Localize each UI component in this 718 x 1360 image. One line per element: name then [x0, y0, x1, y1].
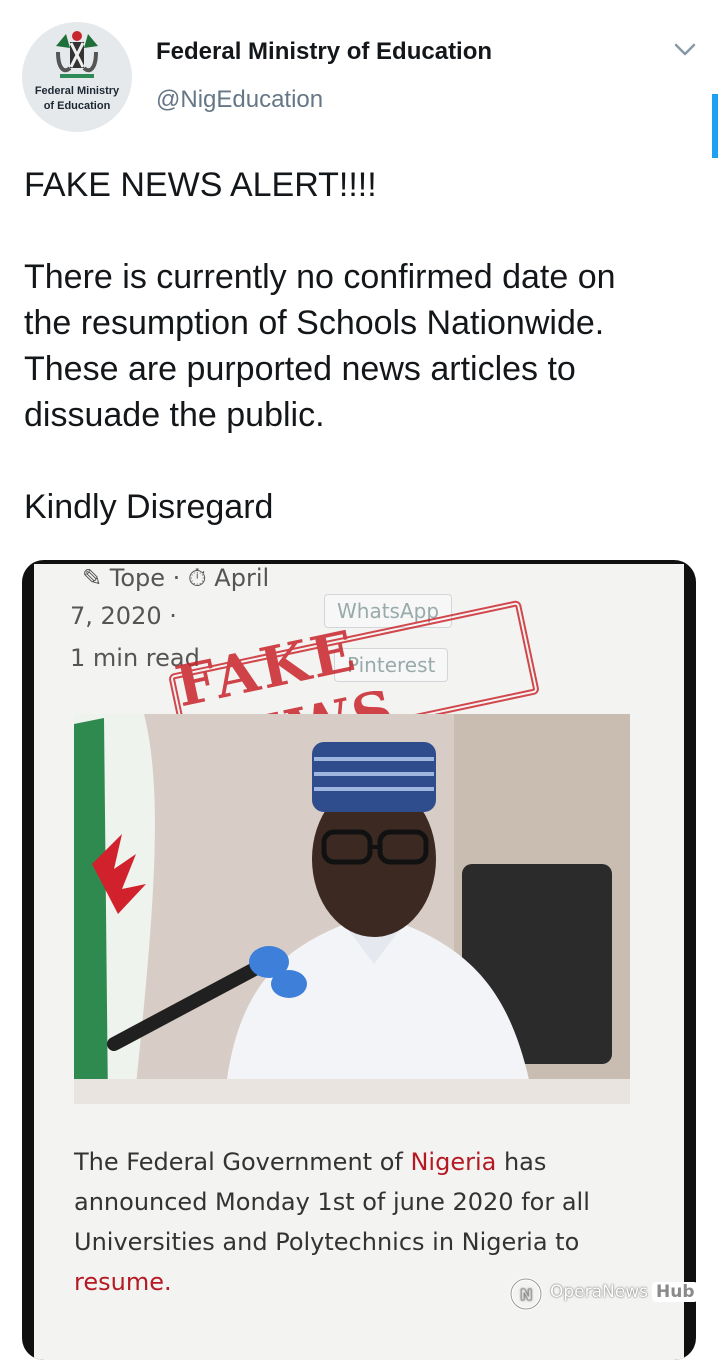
chevron-down-icon[interactable] — [672, 40, 698, 60]
avatar[interactable]: Federal Ministry of Education — [22, 22, 132, 132]
date-meta: 7, 2020 · — [70, 602, 177, 630]
author-meta: ✎ Tope · ⏱ April — [82, 564, 270, 592]
tweet-line: the resumption of Schools Nationwide. — [24, 304, 605, 342]
clock-icon: ⏱ — [187, 564, 207, 592]
tweet-line: Kindly Disregard — [24, 488, 274, 526]
article-photo — [74, 714, 630, 1104]
tweet-line: These are purported news articles to — [24, 350, 576, 388]
article-screenshot: ✎ Tope · ⏱ April 7, 2020 · 1 min read Wh… — [34, 564, 684, 1360]
edit-icon: ✎ — [82, 564, 103, 592]
photo-illustration — [74, 714, 630, 1104]
scroll-indicator — [712, 94, 718, 158]
coat-of-arms-icon — [56, 31, 98, 78]
opera-news-logo-icon: N — [509, 1277, 543, 1311]
display-name[interactable]: Federal Ministry of Education — [156, 38, 492, 66]
tweet-line: FAKE NEWS ALERT!!!! — [24, 166, 377, 204]
tweet-media[interactable]: ✎ Tope · ⏱ April 7, 2020 · 1 min read Wh… — [22, 560, 696, 1360]
tweet-line: There is currently no confirmed date on — [24, 258, 616, 296]
tweet-text: FAKE NEWS ALERT!!!! There is currently n… — [24, 162, 694, 530]
avatar-label: Federal Ministry of Education — [34, 85, 120, 112]
opera-news-watermark: N OperaNews Hub — [506, 1272, 699, 1312]
tweet-line: dissuade the public. — [24, 396, 325, 434]
svg-text:N: N — [520, 1286, 533, 1304]
user-handle[interactable]: @NigEducation — [156, 86, 323, 114]
